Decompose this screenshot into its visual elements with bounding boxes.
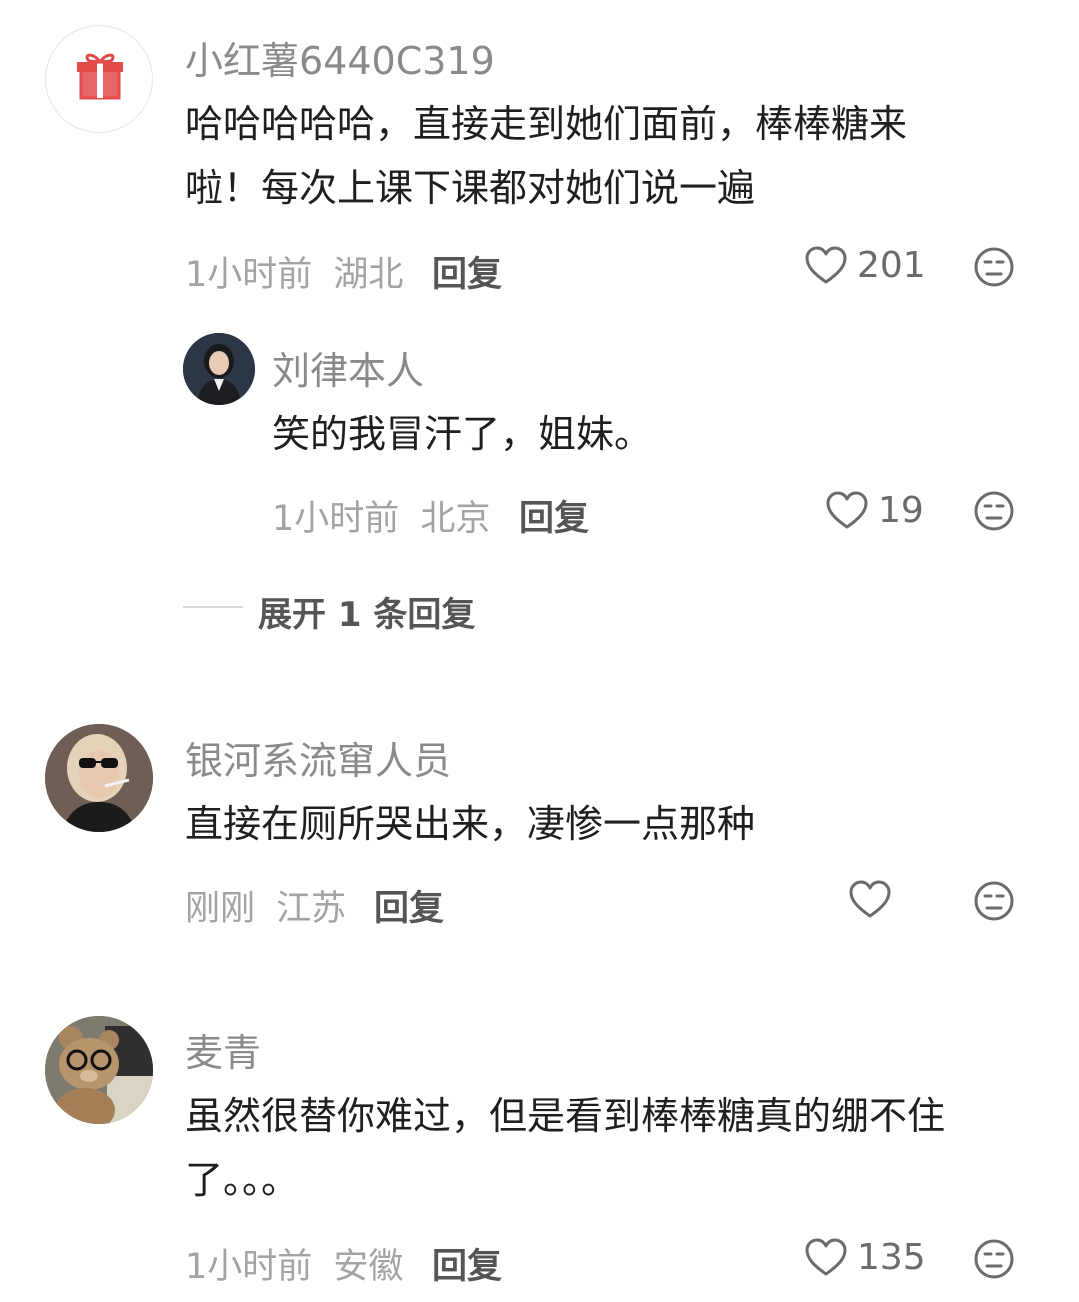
location: 安徽: [333, 1247, 404, 1287]
location: 北京: [420, 499, 491, 539]
like-button[interactable]: [849, 880, 901, 920]
avatar[interactable]: [45, 25, 153, 133]
heart-icon: [805, 246, 847, 283]
comment-text-line: 啦！每次上课下课都对她们说一遍: [185, 166, 756, 210]
reply-button[interactable]: 回复: [432, 1238, 502, 1289]
username[interactable]: 麦青: [185, 1022, 261, 1077]
reply-button[interactable]: 回复: [374, 880, 444, 931]
comment-meta: 刚刚 江苏: [185, 880, 346, 931]
heart-icon: [805, 1238, 847, 1275]
like-button[interactable]: 201: [805, 245, 926, 286]
person-photo-icon: [45, 724, 153, 832]
expand-divider: [183, 606, 243, 608]
like-button[interactable]: 19: [826, 490, 924, 531]
dislike-icon[interactable]: [973, 490, 1015, 532]
dislike-icon[interactable]: [973, 1238, 1015, 1280]
comment-text: 笑的我冒汗了，姐妹。: [272, 412, 653, 456]
expand-replies-button[interactable]: 展开 1 条回复: [258, 587, 475, 636]
comment-text-line: 直接在厕所哭出来，凄惨一点那种: [185, 802, 756, 846]
location: 湖北: [333, 255, 404, 295]
comment-meta: 1小时前 安徽: [185, 1238, 403, 1289]
timestamp: 刚刚: [185, 889, 256, 929]
avatar[interactable]: [45, 724, 153, 832]
comment-text-line: 了。。。: [185, 1158, 300, 1202]
like-button[interactable]: 135: [805, 1237, 926, 1278]
teddy-bear-photo-icon: [45, 1016, 153, 1124]
timestamp: 1小时前: [185, 255, 313, 295]
avatar[interactable]: [183, 333, 255, 405]
comment-text-line: 哈哈哈哈哈，直接走到她们面前，棒棒糖来: [185, 102, 908, 146]
reply-button[interactable]: 回复: [432, 246, 502, 297]
comment-meta: 1小时前 湖北: [185, 246, 403, 297]
like-count: 201: [857, 245, 926, 286]
avatar[interactable]: [45, 1016, 153, 1124]
gift-icon: [77, 53, 123, 100]
heart-icon: [826, 491, 868, 528]
comment-text: 虽然很替你难过，但是看到棒棒糖真的绷不住 了。。。: [185, 1084, 945, 1212]
username[interactable]: 刘律本人: [272, 340, 424, 395]
like-count: 135: [857, 1237, 926, 1278]
like-count: 19: [878, 490, 924, 531]
comment-text-line: 虽然很替你难过，但是看到棒棒糖真的绷不住: [185, 1094, 946, 1138]
username[interactable]: 银河系流窜人员: [185, 730, 451, 785]
reply-button[interactable]: 回复: [519, 490, 589, 541]
timestamp: 1小时前: [272, 499, 400, 539]
dislike-icon[interactable]: [973, 246, 1015, 288]
username[interactable]: 小红薯6440C319: [185, 30, 495, 85]
comment-text: 哈哈哈哈哈，直接走到她们面前，棒棒糖来 啦！每次上课下课都对她们说一遍: [185, 92, 907, 220]
dislike-icon[interactable]: [973, 880, 1015, 922]
person-photo-icon: [183, 333, 255, 405]
heart-icon: [849, 880, 891, 918]
comment-meta: 1小时前 北京: [272, 490, 490, 541]
timestamp: 1小时前: [185, 1247, 313, 1287]
comment-text: 直接在厕所哭出来，凄惨一点那种: [185, 792, 755, 856]
location: 江苏: [276, 889, 347, 929]
